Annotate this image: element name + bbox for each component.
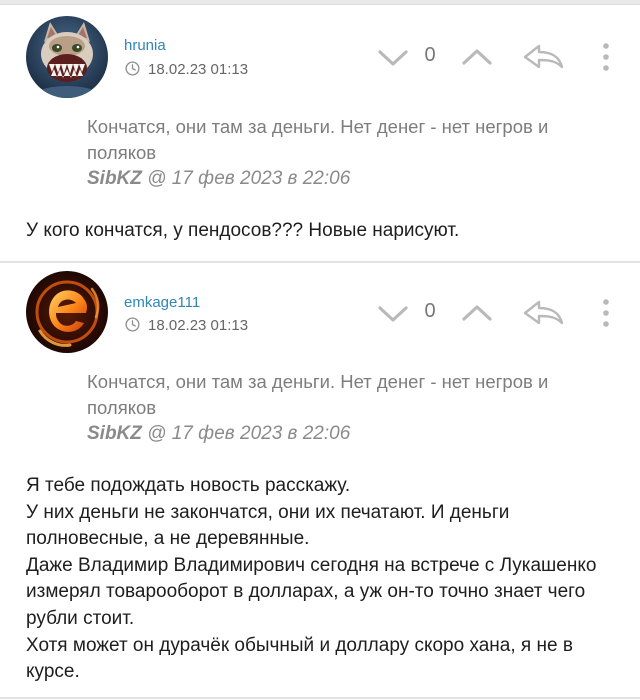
quote-author-name[interactable]: SibKZ xyxy=(87,423,142,444)
chevron-up-icon[interactable] xyxy=(460,302,494,324)
vertical-dots-icon[interactable] xyxy=(602,298,610,328)
comment-timestamp: 18.02.23 01:13 xyxy=(148,61,249,78)
comment-timestamp: 18.02.23 01:13 xyxy=(148,317,249,334)
chevron-down-icon[interactable] xyxy=(376,47,410,69)
clock-icon xyxy=(125,317,140,332)
comment-divider xyxy=(0,697,640,699)
chevron-up-icon[interactable] xyxy=(460,46,494,68)
quote-attribution: SibKZ @ 17 фев 2023 в 22:06 xyxy=(87,168,350,190)
comment-username[interactable]: hrunia xyxy=(124,37,166,54)
comment-item: emkage111 18.02.23 01:13 0 Кончатся, они… xyxy=(0,263,640,700)
comment-item: hrunia 18.02.23 01:13 0 Кончатся, они та… xyxy=(0,0,640,262)
quoted-text: Кончатся, они там за деньги. Нет денег -… xyxy=(87,116,549,163)
quoted-text: Кончатся, они там за деньги. Нет денег -… xyxy=(87,371,549,418)
reply-arrow-icon[interactable] xyxy=(521,299,565,327)
avatar[interactable] xyxy=(26,271,108,353)
vote-score: 0 xyxy=(424,44,436,66)
reply-arrow-icon[interactable] xyxy=(521,43,565,71)
avatar[interactable] xyxy=(26,16,108,98)
vertical-dots-icon[interactable] xyxy=(602,42,610,72)
comment-body: У кого кончатся, у пендосов??? Новые нар… xyxy=(26,220,460,241)
quote-author-name[interactable]: SibKZ xyxy=(87,168,142,189)
quote-date: @ 17 фев 2023 в 22:06 xyxy=(141,423,351,444)
chevron-down-icon[interactable] xyxy=(376,303,410,325)
vote-score: 0 xyxy=(424,300,436,322)
quote-attribution: SibKZ @ 17 фев 2023 в 22:06 xyxy=(87,423,350,445)
clock-icon xyxy=(125,61,140,76)
quote-date: @ 17 фев 2023 в 22:06 xyxy=(141,168,351,189)
comment-username[interactable]: emkage111 xyxy=(124,294,200,311)
comment-body: Я тебе подождать новость расскажу. У них… xyxy=(26,475,597,683)
